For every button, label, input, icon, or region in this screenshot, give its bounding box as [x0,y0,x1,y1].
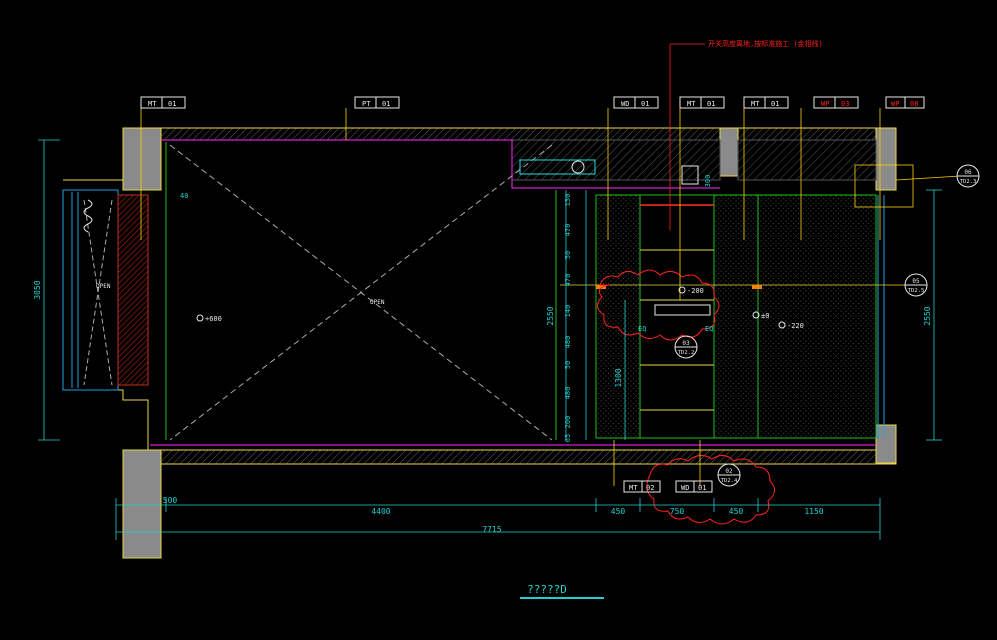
svg-text:4400: 4400 [371,507,390,516]
ceiling-slab [122,127,897,191]
dim-bottom-total: 7715 [482,525,501,534]
svg-text:65: 65 [564,434,572,442]
svg-text:02: 02 [725,468,733,475]
tag-wd01: WD 01 [613,96,659,109]
dim-mid-segments: 150 470 50 470 140 480 50 480 200 65 [564,194,572,443]
tag-wp08: WP 08 [885,96,925,109]
svg-text:TD2.4: TD2.4 [721,478,738,484]
svg-text:+600: +600 [205,315,222,323]
tag-code: WP [821,100,829,108]
tag-num: 03 [841,100,849,108]
cloud-2 [646,455,775,525]
callout-detail-3: 03 TD2.2 [674,335,698,359]
tag-code: MT [751,100,760,108]
dim-300: 300 [704,175,712,188]
tag-code: WD [621,100,629,108]
callout-detail-4: 02 TD2.4 [717,463,741,487]
svg-text:03: 03 [682,340,690,347]
tag-num: 02 [646,484,654,492]
left-window-wall [62,179,161,450]
dim-right-vertical: 2550 [923,306,932,325]
svg-text:480: 480 [564,336,572,349]
open-label-window: OPEN [96,283,111,290]
dim-eq-right: EQ [705,325,713,333]
elevation-mark-left: +600 [196,314,222,323]
dim-left-vertical: 3050 [33,280,42,299]
tag-num: 01 [698,484,706,492]
svg-text:200: 200 [564,416,572,429]
svg-text:1150: 1150 [804,507,823,516]
svg-text:TD2.5: TD2.5 [908,288,925,294]
svg-text:500: 500 [163,496,178,505]
tag-mt01-b: MT 01 [679,96,725,109]
tag-code: MT [687,100,696,108]
svg-text:TD2.3: TD2.3 [960,179,977,185]
tag-num: 01 [382,100,390,108]
svg-text:±0: ±0 [761,312,769,320]
top-note: 开关高度离地,按标准施工 (金相线) [708,39,823,48]
cabinet-area [519,159,885,439]
dim-1300: 1300 [614,368,623,387]
tag-num: 01 [641,100,649,108]
callout-detail-1: 06 TD2.3 [956,164,980,188]
tag-code: WP [891,100,899,108]
tag-num: 08 [910,100,918,108]
open-area-cross [169,144,553,441]
drawing-caption: ?????D [527,583,567,596]
svg-text:TD2.2: TD2.2 [678,350,695,356]
svg-text:750: 750 [670,507,685,516]
tag-mt02: MT 02 [623,480,661,493]
svg-text:450: 450 [729,507,744,516]
dim-bottom-segments: 500 4400 450 750 450 1150 [163,496,824,516]
svg-text:-220: -220 [787,322,804,330]
svg-text:480: 480 [564,387,572,400]
tag-num: 01 [771,100,779,108]
svg-text:150: 150 [564,194,572,207]
tag-code: WD [681,484,689,492]
callout-detail-2: 05 TD2.5 [904,273,928,297]
open-label-center: OPEN [370,299,385,306]
svg-text:470: 470 [564,224,572,237]
svg-text:140: 140 [564,305,572,318]
svg-text:50: 50 [564,361,572,369]
tag-code: MT [148,100,157,108]
tag-wp03: WP 03 [813,96,859,109]
svg-text:470: 470 [564,274,572,287]
svg-text:06: 06 [964,169,972,176]
dim-40: 40 [180,192,188,200]
tag-mt01-a: MT 01 [140,96,186,109]
tag-pt01: PT 01 [354,96,400,109]
tag-mt01-c: MT 01 [743,96,789,109]
tag-code: MT [629,484,638,492]
svg-text:-200: -200 [687,287,704,295]
dim-eq-left: EQ [638,325,646,333]
svg-text:450: 450 [611,507,626,516]
tag-num: 01 [707,100,715,108]
tag-code: PT [362,100,371,108]
elevation-mark-ctr-top: -200 [678,286,704,295]
dim-mid-vertical-total: 2550 [546,306,555,325]
tag-wd01-bottom: WD 01 [675,480,713,493]
elevation-drawing: MT 01 PT 01 WD 01 MT 01 MT 01 WP 03 WP 0… [33,39,980,599]
svg-text:05: 05 [912,278,920,285]
svg-text:50: 50 [564,251,572,259]
tag-num: 01 [168,100,176,108]
